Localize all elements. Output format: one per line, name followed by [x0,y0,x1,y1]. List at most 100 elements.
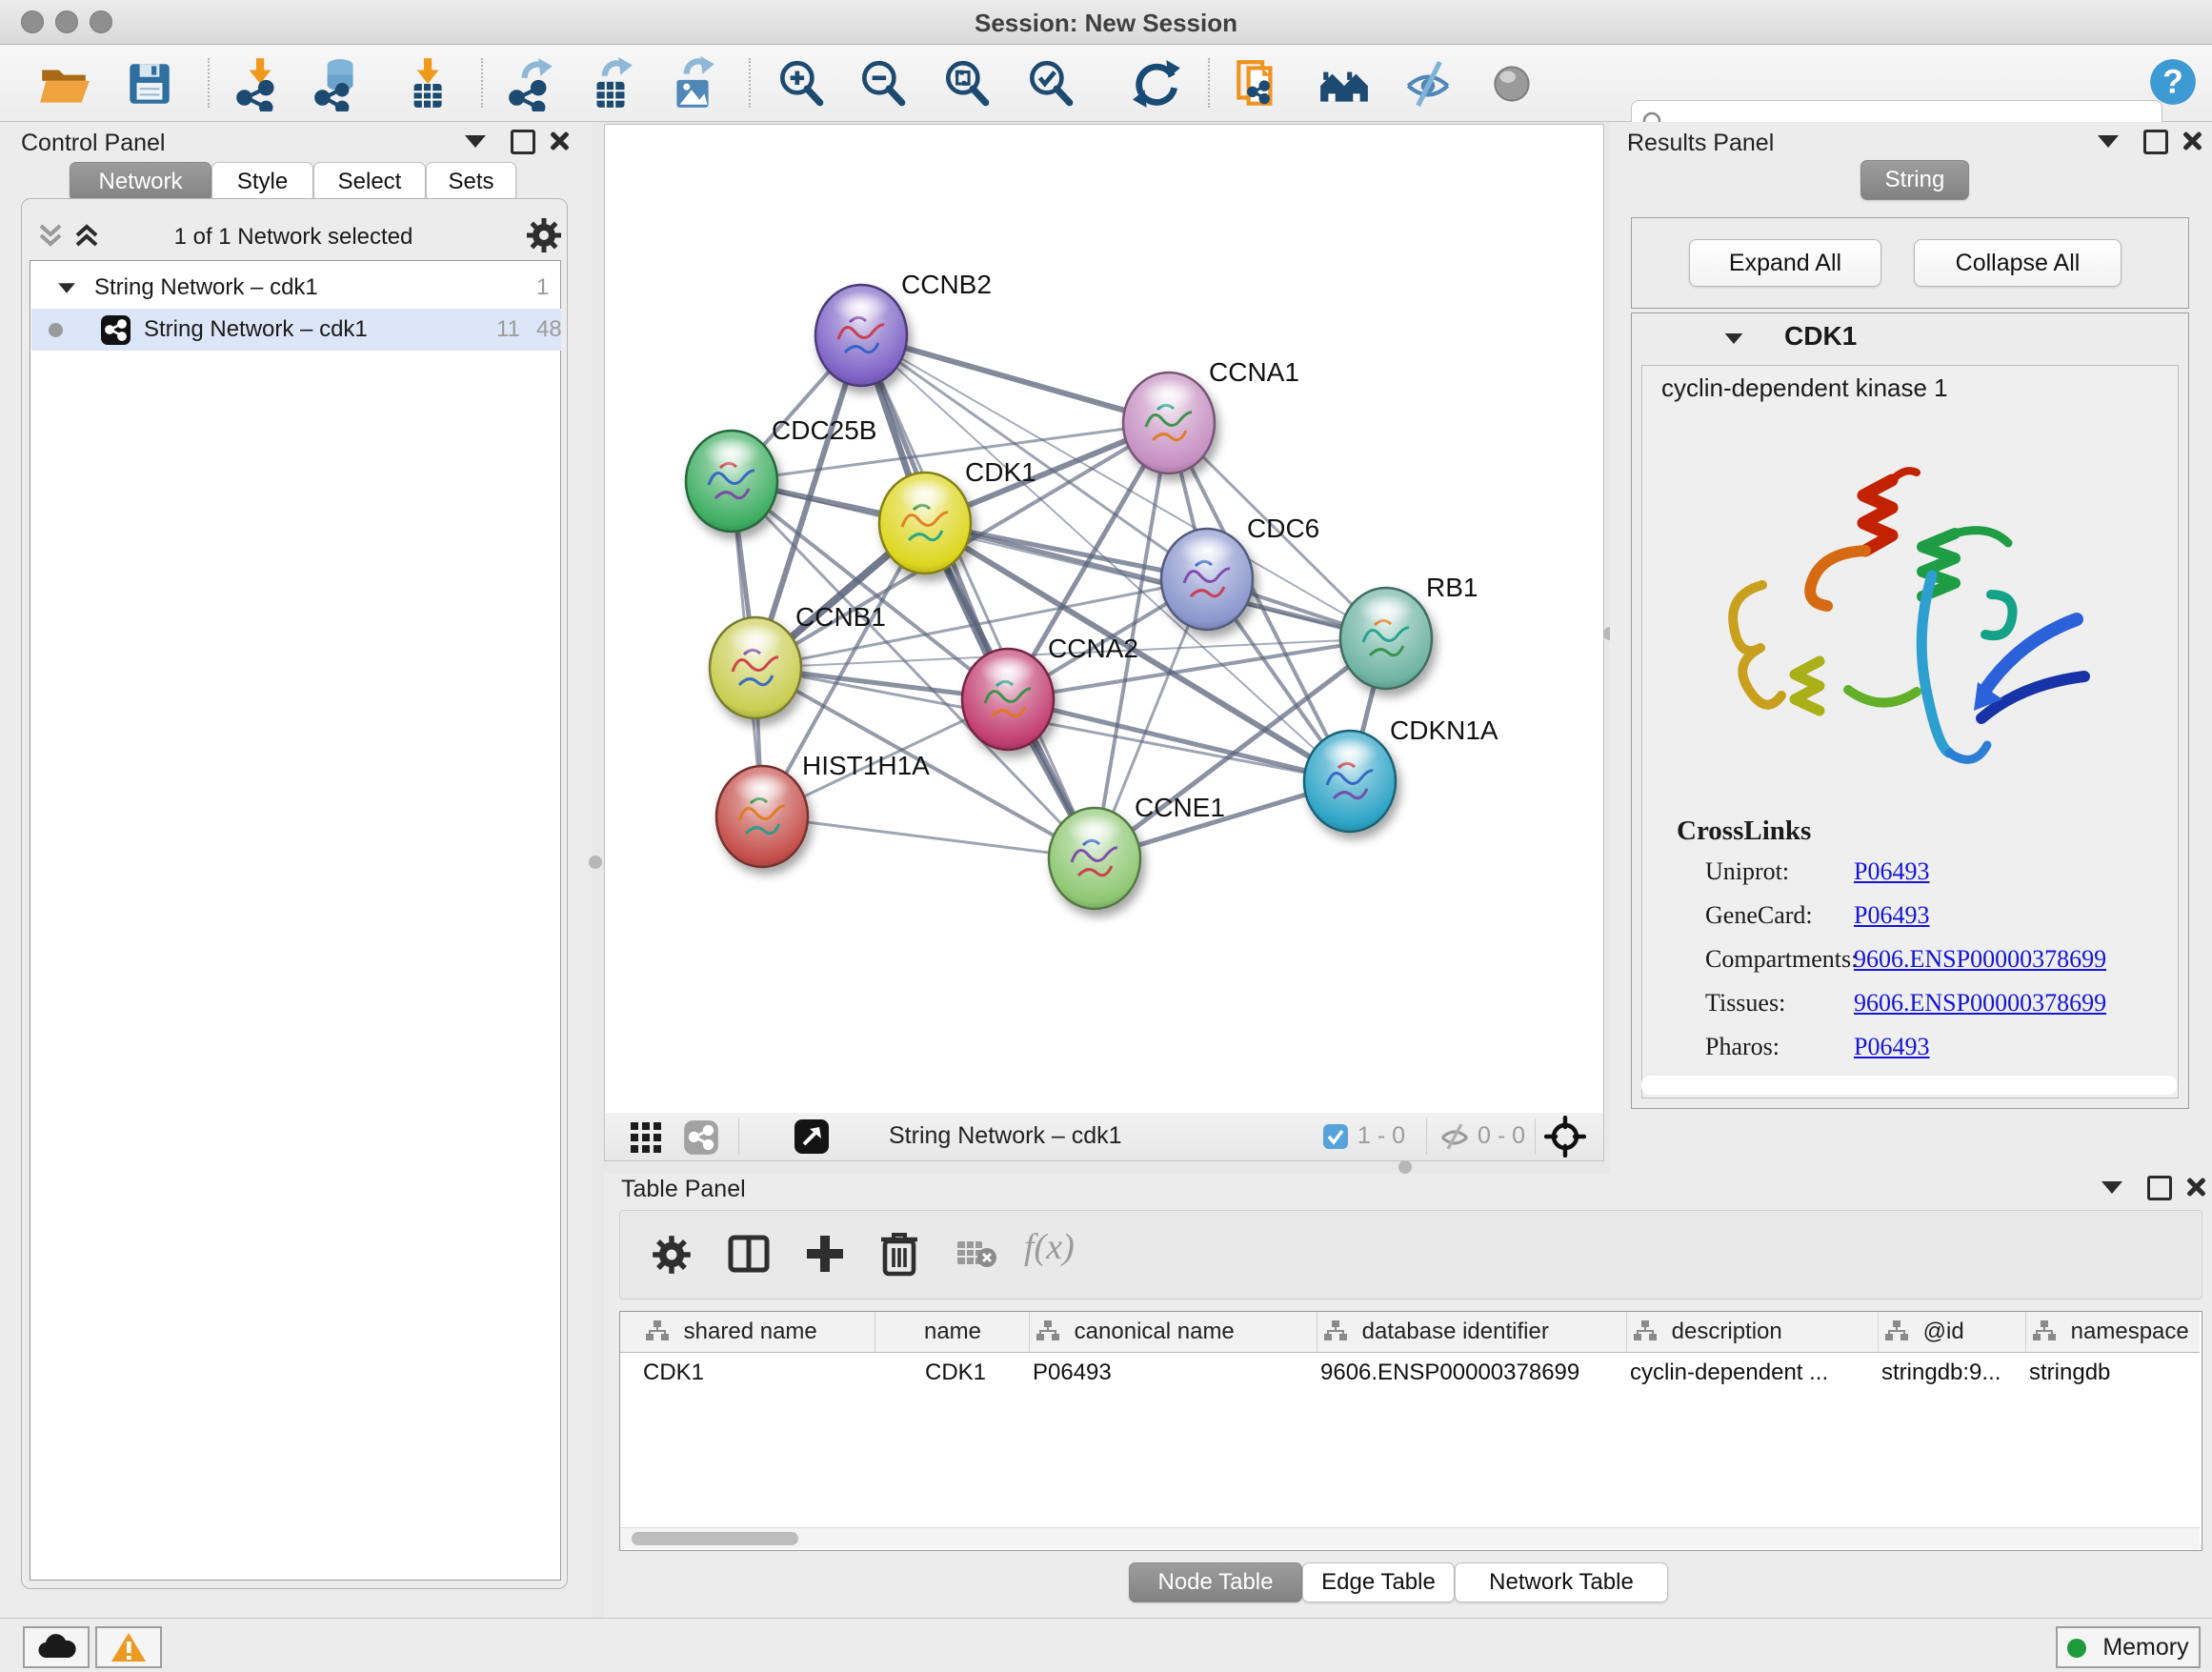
svg-text:?: ? [2162,63,2183,100]
open-session-icon[interactable] [36,56,91,111]
refresh-icon[interactable] [1129,56,1184,111]
network-canvas[interactable]: CCNB2CCNA1CDC25BCDK1CDC6RB1CCNB1CCNA2CDK… [604,124,1604,1115]
tab-sets[interactable]: Sets [426,162,516,202]
export-network-icon[interactable] [505,56,560,111]
table-row[interactable]: CDK1 CDK1 P06493 9606.ENSP00000378699 cy… [620,1353,2200,1393]
selected-checkbox-icon[interactable] [1322,1123,1349,1150]
column-header[interactable]: name [875,1312,1030,1352]
node-table: shared name name canonical name database… [619,1311,2202,1551]
section-expander-icon[interactable] [1725,333,1743,344]
collapse-all-button[interactable]: Collapse All [1914,239,2122,287]
network-edge[interactable] [861,335,1169,423]
network-node-CCNB1[interactable]: CCNB1 [710,602,886,718]
birdseye-icon[interactable] [1544,1116,1586,1158]
home-icon[interactable] [1317,56,1372,111]
import-network-icon[interactable] [231,56,286,111]
crosslink-tissues-link[interactable]: 9606.ENSP00000378699 [1854,989,2106,1017]
zoom-selected-icon[interactable] [1023,56,1078,111]
function-builder-icon[interactable]: f(x) [1024,1226,1075,1268]
column-header[interactable]: description [1626,1312,1879,1352]
crosslink-compartments-link[interactable]: 9606.ENSP00000378699 [1854,945,2106,974]
memory-button[interactable]: Memory [2056,1626,2201,1668]
toolbar-separator [1535,1118,1536,1155]
network-node-CCNA1[interactable]: CCNA1 [1123,357,1299,473]
network-node-CDC6[interactable]: CDC6 [1161,514,1319,630]
zoom-in-icon[interactable] [774,56,829,111]
hidden-eye-icon[interactable] [1439,1122,1470,1151]
expand-all-icon[interactable] [71,220,102,251]
tab-style[interactable]: Style [211,162,313,202]
hidden-count: 0 - 0 [1478,1122,1525,1150]
collapse-all-icon[interactable] [35,220,66,251]
column-header[interactable]: canonical name [1029,1312,1317,1352]
show-hide-graphics-icon[interactable] [1400,56,1456,111]
network-node-RB1[interactable]: RB1 [1340,573,1478,689]
tab-edge-table[interactable]: Edge Table [1302,1562,1455,1602]
help-icon[interactable]: ? [2145,54,2201,110]
network-node-HIST1H1A[interactable]: HIST1H1A [716,751,930,867]
warning-button[interactable] [95,1626,162,1668]
tree-expander-icon[interactable] [58,283,75,292]
tab-network-table[interactable]: Network Table [1455,1562,1668,1602]
cloud-button[interactable] [23,1626,90,1668]
column-header[interactable]: @id [1878,1312,2026,1352]
gear-icon[interactable] [651,1234,693,1276]
table-hscrollbar-thumb[interactable] [632,1532,798,1545]
share-network-icon[interactable] [683,1119,719,1156]
network-edge-count: 48 [536,309,562,351]
crosslink-genecard-link[interactable]: P06493 [1854,901,1929,930]
node-label-CCNB2: CCNB2 [901,270,992,299]
panel-close-icon[interactable] [549,130,570,151]
horizontal-splitter-handle[interactable] [1398,1160,1412,1174]
network-node-CCNE1[interactable]: CCNE1 [1049,793,1225,909]
network-row-selected[interactable]: String Network – cdk1 11 48 [31,309,561,351]
export-table-icon[interactable] [583,56,638,111]
panel-collapse-icon[interactable] [2098,135,2119,148]
share-document-icon[interactable] [1231,56,1286,111]
import-table-icon[interactable] [398,56,453,111]
column-header[interactable]: namespace [2025,1312,2201,1352]
tab-node-table[interactable]: Node Table [1129,1562,1302,1602]
table-hscrollbar-track[interactable] [620,1527,2200,1549]
zoom-out-icon[interactable] [855,56,911,111]
network-edge[interactable] [762,816,1095,858]
zoom-fit-icon[interactable] [939,56,995,111]
results-scrollbar-track[interactable] [1641,1076,2177,1095]
expand-all-button[interactable]: Expand All [1689,239,1881,287]
network-view-title: String Network – cdk1 [889,1122,1122,1150]
panel-float-icon[interactable] [2147,1176,2172,1200]
import-database-icon[interactable] [311,56,366,111]
columns-icon[interactable] [727,1232,771,1276]
panel-close-icon[interactable] [2185,1176,2206,1197]
tab-select[interactable]: Select [313,162,426,202]
node-label-CDK1: CDK1 [965,457,1036,487]
add-column-icon[interactable] [803,1232,847,1276]
network-collection-row[interactable]: String Network – cdk1 1 [31,267,561,309]
panel-collapse-icon[interactable] [465,135,486,148]
network-node-CCNB2[interactable]: CCNB2 [815,270,992,386]
delete-column-icon[interactable] [877,1230,921,1278]
panel-close-icon[interactable] [2182,130,2202,151]
column-header[interactable]: shared name [639,1312,875,1352]
node-label-CDC6: CDC6 [1247,514,1319,543]
network-label: String Network – cdk1 [144,309,368,351]
delete-table-icon[interactable] [955,1238,997,1270]
grid-mode-icon[interactable] [630,1121,662,1154]
column-header[interactable]: database identifier [1317,1312,1627,1352]
tab-network[interactable]: Network [70,162,211,202]
network-node-CDKN1A[interactable]: CDKN1A [1304,715,1498,832]
save-session-icon[interactable] [122,56,177,111]
panel-float-icon[interactable] [511,130,535,154]
export-image-icon[interactable] [665,56,720,111]
vertical-splitter-handle[interactable] [589,856,602,869]
toolbar-separator [738,1118,739,1155]
crosslink-pharos-link[interactable]: P06493 [1854,1033,1929,1061]
panel-float-icon[interactable] [2143,130,2168,154]
level-of-detail-icon[interactable] [1484,56,1539,111]
panel-collapse-icon[interactable] [2101,1181,2122,1194]
column-type-icon [1884,1319,1909,1342]
crosslink-uniprot-link[interactable]: P06493 [1854,857,1929,886]
open-in-window-icon[interactable] [794,1118,830,1155]
gear-icon[interactable] [525,216,563,254]
tab-string[interactable]: String [1860,160,1969,200]
